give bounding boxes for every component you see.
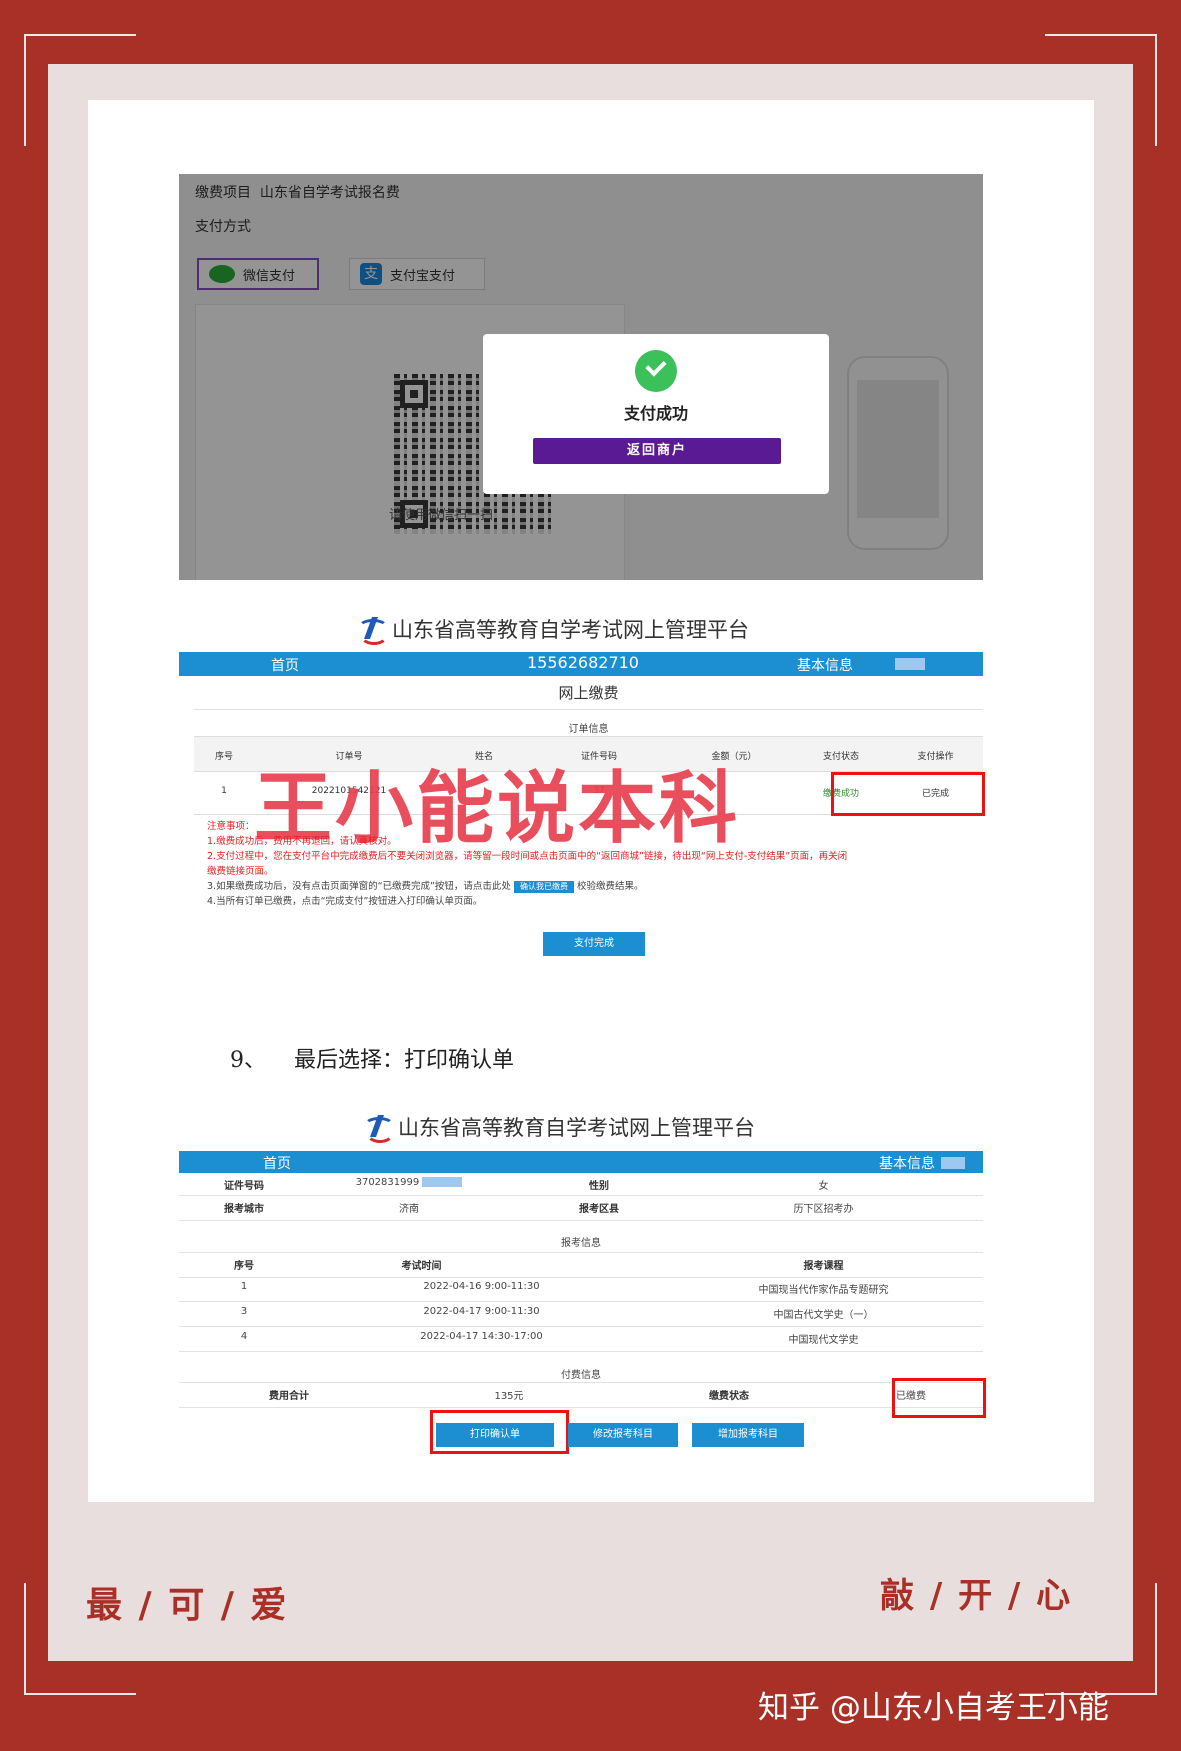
highlight-box-paid [892,1378,986,1418]
fee-section-title: 付费信息 [561,1370,601,1381]
confirm-paid-button[interactable]: 确认我已缴费 [513,881,574,893]
fee-row: 费用合计 135元 缴费状态 已缴费 [179,1382,983,1408]
info-row-city: 报考城市 济南 报考区县 历下区招考办 [179,1196,983,1221]
payment-screenshot: 缴费项目 山东省自学考试报名费 支付方式 微信支付 支 支付宝支付 请使用微信扫… [179,174,983,580]
nav-phone: 15562682710 [527,653,639,672]
footer-slogan-right: 敲 / 开 / 心 [880,1576,1073,1616]
id-value: 3702831999 [309,1177,509,1188]
platform-header-2: 山东省高等教育自学考试网上管理平台 [362,1112,755,1143]
zhihu-credit: 知乎 @山东小自考王小能 [758,1690,1109,1726]
modify-subjects-button[interactable]: 修改报考科目 [568,1423,678,1447]
exam-section-title: 报考信息 [561,1238,601,1249]
platform-logo-icon [362,1113,394,1143]
platform-header: 山东省高等教育自学考试网上管理平台 [356,614,749,645]
nav-user-dropdown[interactable]: ⌄ [895,655,925,671]
order-navbar: 首页 15562682710 基本信息 ⌄ [179,652,983,676]
nav-basic-info[interactable]: 基本信息 [797,655,853,675]
info-row-id: 证件号码 3702831999 性别 女 [179,1173,983,1196]
step-instruction: 9、 最后选择：打印确认单 [230,1048,514,1073]
confirm-navbar: 首页 基本信息 [179,1151,983,1173]
page-title: 网上缴费 [194,682,983,710]
finish-payment-button[interactable]: 支付完成 [543,932,645,956]
add-subjects-button[interactable]: 增加报考科目 [692,1423,804,1447]
modal-title: 支付成功 [623,404,688,423]
nav-home-link[interactable]: 首页 [271,655,299,675]
table-row: 4 2022-04-17 14:30-17:00 中国现代文学史 [179,1327,983,1352]
exam-table-header: 序号 考试时间 报考课程 [179,1252,983,1278]
nav-basic-info[interactable]: 基本信息 [879,1153,935,1173]
return-merchant-button[interactable]: 返回商户 [533,438,781,464]
notes-list: 注意事项： 1.缴费成功后，费用不再退回，请认真核对。 2.支付过程中，您在支付… [207,821,848,907]
table-row: 1 2022-04-16 9:00-11:30 中国现当代作家作品专题研究 [179,1277,983,1302]
nav-home-link[interactable]: 首页 [263,1153,291,1173]
success-check-icon [635,350,677,392]
highlight-box-status [831,772,985,816]
payment-success-modal: 支付成功 返回商户 [483,334,829,494]
order-section-title: 订单信息 [568,724,609,735]
footer-slogan-left: 最 / 可 / 爱 [86,1585,289,1626]
platform-logo-icon [356,615,388,645]
table-row: 3 2022-04-17 9:00-11:30 中国古代文学史（一） [179,1302,983,1327]
highlight-box-print [430,1410,569,1454]
